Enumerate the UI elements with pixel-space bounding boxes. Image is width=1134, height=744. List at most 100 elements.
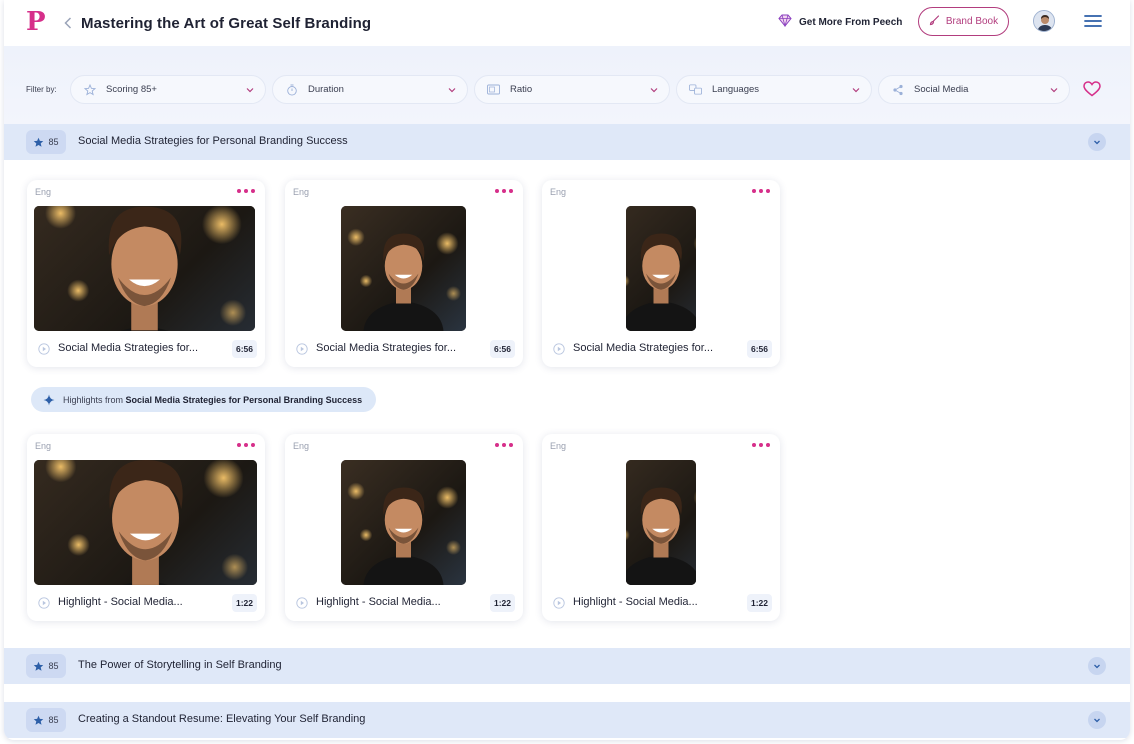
user-avatar[interactable] (1033, 10, 1055, 32)
star-outline-icon (83, 83, 96, 96)
language-tag: Eng (293, 441, 310, 451)
score-badge: 85 (26, 654, 66, 678)
video-title: Highlight - Social Media... (316, 596, 441, 608)
favorites-heart-icon[interactable] (1079, 76, 1105, 102)
video-title: Social Media Strategies for... (573, 342, 714, 354)
more-options-icon[interactable] (495, 189, 513, 193)
chevron-down-icon (852, 87, 860, 92)
filter-scoring[interactable]: Scoring 85+ (70, 75, 266, 104)
highlight-card[interactable]: Eng Highlight - Social Media... 1:22 (285, 434, 523, 621)
highlights-source: Social Media Strategies for Personal Bra… (125, 394, 363, 405)
highlights-pill[interactable]: Highlights from Social Media Strategies … (31, 387, 377, 412)
app-window: P Mastering the Art of Great Self Brandi… (4, 0, 1130, 740)
video-thumbnail[interactable] (341, 206, 466, 331)
chevron-down-icon (246, 87, 254, 92)
language-tag: Eng (550, 187, 567, 197)
star-icon (34, 137, 44, 147)
filter-social-media[interactable]: Social Media (878, 75, 1070, 104)
section-title: Social Media Strategies for Personal Bra… (78, 135, 348, 147)
filter-duration[interactable]: Duration (272, 75, 468, 104)
video-card[interactable]: Eng Social Media Strategies for... 6:56 (542, 180, 780, 367)
top-bar: P Mastering the Art of Great Self Brandi… (4, 0, 1130, 46)
highlights-prefix: Highlights from (63, 394, 124, 405)
duration-badge: 1:22 (489, 594, 515, 612)
score-value: 85 (48, 137, 59, 147)
play-icon[interactable] (553, 343, 565, 355)
duration-badge: 6:56 (746, 340, 772, 358)
section-title: The Power of Storytelling in Self Brandi… (78, 659, 282, 671)
brand-book-button[interactable]: Brand Book (918, 7, 1009, 36)
filter-social-media-label: Social Media (914, 84, 969, 95)
more-options-icon[interactable] (752, 189, 770, 193)
video-thumbnail[interactable] (341, 460, 466, 585)
back-chevron-icon[interactable] (61, 14, 75, 32)
duration-badge: 1:22 (231, 594, 257, 612)
video-title: Highlight - Social Media... (573, 596, 698, 608)
filter-ratio[interactable]: Ratio (474, 75, 670, 104)
star-icon (34, 661, 44, 671)
play-icon[interactable] (553, 597, 565, 609)
get-more-label: Get More From Peech (799, 16, 903, 28)
chevron-down-icon (1050, 87, 1058, 92)
brush-icon (929, 14, 940, 29)
section-content: Eng Social Media Strategies for... 6:56 … (4, 160, 1130, 648)
highlight-card[interactable]: Eng Highlight - Social Media... 1:22 (542, 434, 780, 621)
translate-icon (689, 83, 702, 96)
star-icon (34, 715, 44, 725)
more-options-icon[interactable] (237, 443, 255, 447)
language-tag: Eng (35, 441, 52, 451)
filter-scoring-label: Scoring 85+ (106, 84, 157, 95)
score-badge: 85 (26, 708, 66, 732)
peech-logo[interactable]: P (26, 8, 46, 36)
more-options-icon[interactable] (752, 443, 770, 447)
chevron-down-icon[interactable] (1088, 657, 1106, 675)
share-icon (891, 83, 904, 96)
sparkle-icon (43, 394, 55, 405)
duration-badge: 6:56 (231, 340, 257, 358)
play-icon[interactable] (296, 597, 308, 609)
chevron-up-icon[interactable] (1088, 133, 1106, 151)
section-header[interactable]: 85 The Power of Storytelling in Self Bra… (4, 648, 1130, 684)
play-icon[interactable] (296, 343, 308, 355)
filter-languages[interactable]: Languages (676, 75, 872, 104)
filter-languages-label: Languages (712, 84, 760, 95)
video-card[interactable]: Eng Social Media Strategies for... 6:56 (27, 180, 265, 367)
language-tag: Eng (293, 187, 310, 197)
filter-label: Filter by: (26, 85, 57, 94)
video-thumbnail[interactable] (34, 460, 257, 585)
diamond-icon (778, 14, 792, 30)
filter-bar: Filter by: Scoring 85+ Duration Ratio La… (4, 46, 1130, 124)
section-header[interactable]: 85 Social Media Strategies for Personal … (4, 124, 1130, 160)
filter-ratio-label: Ratio (510, 84, 533, 95)
score-value: 85 (48, 715, 59, 725)
highlight-card[interactable]: Eng Highlight - Social Media... 1:22 (27, 434, 265, 621)
filter-duration-label: Duration (308, 84, 344, 95)
chevron-down-icon[interactable] (1088, 711, 1106, 729)
chevron-down-icon (650, 87, 658, 92)
page-title: Mastering the Art of Great Self Branding (81, 15, 372, 32)
stopwatch-icon (285, 83, 298, 96)
score-badge: 85 (26, 130, 66, 154)
video-thumbnail[interactable] (626, 206, 696, 331)
score-value: 85 (48, 661, 59, 671)
aspect-ratio-icon (487, 83, 500, 96)
video-thumbnail[interactable] (626, 460, 696, 585)
hamburger-menu-icon[interactable] (1084, 14, 1102, 28)
chevron-down-icon (448, 87, 456, 92)
language-tag: Eng (550, 441, 567, 451)
get-more-button[interactable]: Get More From Peech (778, 12, 902, 32)
video-card[interactable]: Eng Social Media Strategies for... 6:56 (285, 180, 523, 367)
section-title: Creating a Standout Resume: Elevating Yo… (78, 713, 366, 725)
play-icon[interactable] (38, 343, 50, 355)
more-options-icon[interactable] (237, 189, 255, 193)
video-thumbnail[interactable] (34, 206, 255, 331)
video-title: Highlight - Social Media... (58, 596, 183, 608)
brand-book-label: Brand Book (945, 16, 999, 27)
language-tag: Eng (35, 187, 52, 197)
more-options-icon[interactable] (495, 443, 513, 447)
video-title: Social Media Strategies for... (316, 342, 457, 354)
duration-badge: 1:22 (746, 594, 772, 612)
play-icon[interactable] (38, 597, 50, 609)
section-header[interactable]: 85 Creating a Standout Resume: Elevating… (4, 702, 1130, 738)
duration-badge: 6:56 (489, 340, 515, 358)
